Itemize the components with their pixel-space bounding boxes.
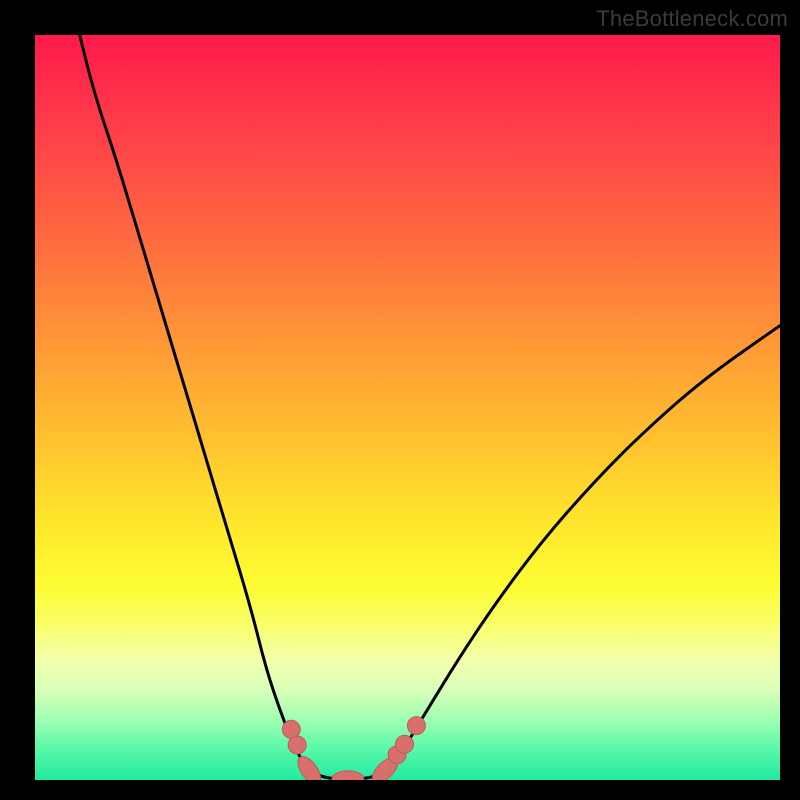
curve-marker bbox=[293, 753, 324, 780]
curve-marker bbox=[288, 736, 306, 754]
curve-path bbox=[80, 35, 780, 779]
curve-marker bbox=[332, 771, 364, 780]
marker-group bbox=[282, 717, 425, 780]
watermark-text: TheBottleneck.com bbox=[596, 6, 788, 32]
curve-marker bbox=[396, 735, 414, 753]
plot-area bbox=[35, 35, 780, 780]
curve-layer bbox=[35, 35, 780, 780]
bottleneck-curve bbox=[80, 35, 780, 779]
curve-marker bbox=[407, 717, 425, 735]
chart-frame: TheBottleneck.com bbox=[0, 0, 800, 800]
